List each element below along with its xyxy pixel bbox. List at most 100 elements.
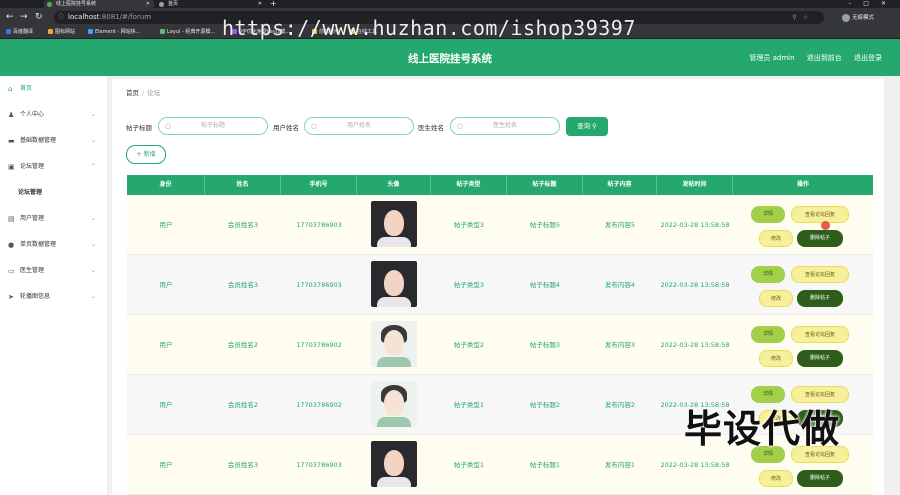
bookmark-item[interactable]: 前端常用: [312, 27, 339, 38]
sidebar-item-users[interactable]: ▤ 用户管理 ⌄: [0, 206, 108, 232]
post-title-input[interactable]: ○ 帖子标题: [158, 117, 268, 135]
avatar-image: [371, 261, 417, 307]
back-to-front-link[interactable]: 退出到前台: [807, 54, 842, 62]
sidebar-item-label: 论坛管理: [18, 189, 43, 196]
bookmark-item[interactable]: 图标网站: [48, 27, 75, 38]
cell-name: 会员姓名3: [227, 281, 259, 289]
cell-time: 2022-03-28 13:58:58: [660, 281, 730, 289]
sidebar-item-label: 医生管理: [20, 267, 45, 274]
cell-role: 用户: [159, 281, 173, 289]
edit-button[interactable]: 修改: [759, 230, 793, 247]
user-name-input[interactable]: ○ 用户姓名: [304, 117, 414, 135]
edit-button[interactable]: 修改: [759, 470, 793, 487]
url-field[interactable]: ⓘ localhost:8081/#/forum ⚲☆: [54, 11, 824, 24]
cell-role: 用户: [159, 341, 173, 349]
app-header: 线上医院挂号系统 管理员 admin 退出到前台 退出登录: [0, 39, 900, 76]
back-icon[interactable]: ←: [6, 12, 14, 22]
detail-button[interactable]: 详情: [751, 326, 785, 343]
search-icon: ⚲: [592, 122, 597, 130]
sidebar-item-forum[interactable]: ▣ 论坛管理 ⌃: [0, 154, 108, 180]
edit-button[interactable]: 修改: [759, 350, 793, 367]
column-header: 发帖时间: [657, 175, 733, 195]
sidebar-item-single-page[interactable]: ● 单页数据管理 ⌄: [0, 232, 108, 258]
browser-tab-second[interactable]: 首页 ✕: [156, 0, 266, 8]
column-header: 头像: [357, 175, 431, 195]
bookmark-item[interactable]: 百度翻译: [6, 27, 33, 38]
bookmark-item[interactable]: 在线工具: [350, 27, 377, 38]
detail-button-label: 详情: [762, 391, 773, 397]
bookmark-star-icon[interactable]: ⚲☆: [792, 11, 814, 24]
info-icon[interactable]: ⓘ: [58, 11, 64, 24]
sidebar-item-basic-data[interactable]: ▬ 基础数据管理 ⌄: [0, 128, 108, 154]
location-icon: ●: [8, 241, 15, 249]
cell-phone: 17703786902: [296, 401, 342, 409]
profile-button[interactable]: 无痕模式: [842, 13, 874, 22]
delete-post-button[interactable]: 删除帖子: [797, 350, 843, 367]
column-header: 姓名: [205, 175, 281, 195]
view-replies-button-label: 查看论坛回复: [804, 212, 835, 218]
view-replies-button[interactable]: 查看论坛回复: [791, 326, 849, 343]
bookmark-item[interactable]: VIP优化免费Layui模...: [232, 27, 290, 38]
cell-type: 帖子类型3: [453, 221, 485, 229]
breadcrumb-home[interactable]: 首页: [126, 89, 139, 97]
database-icon: ▬: [8, 137, 15, 145]
sidebar-item-label: 单页数据管理: [20, 241, 57, 248]
cell-role: 用户: [159, 221, 173, 229]
close-tab-icon[interactable]: ✕: [258, 0, 262, 8]
detail-button[interactable]: 详情: [751, 206, 785, 223]
delete-post-button[interactable]: 删除帖子: [797, 470, 843, 487]
cell-content: 发布内容3: [604, 341, 636, 349]
view-replies-button[interactable]: 查看论坛回复: [791, 266, 849, 283]
sidebar-item-profile[interactable]: ♟ 个人中心 ⌄: [0, 102, 108, 128]
avatar-image: [371, 441, 417, 487]
chevron-down-icon: ⌄: [90, 215, 96, 222]
detail-button-label: 详情: [762, 331, 773, 337]
sidebar-item-doctors[interactable]: ▭ 医生管理 ⌄: [0, 258, 108, 284]
sidebar-item-carousel[interactable]: ➤ 轮播图信息 ⌄: [0, 284, 108, 310]
bookmark-label: Layui - 经典开源模...: [167, 29, 216, 35]
post-title-label: 帖子标题: [126, 124, 152, 132]
browser-tab-active[interactable]: 线上医院挂号系统 ✕: [44, 0, 154, 8]
delete-post-button[interactable]: 删除帖子: [797, 230, 843, 247]
logout-link[interactable]: 退出登录: [854, 54, 882, 62]
search-button[interactable]: 查询 ⚲: [566, 117, 608, 136]
new-tab-icon[interactable]: +: [270, 0, 277, 8]
window-controls[interactable]: –□✕: [848, 0, 898, 7]
chevron-up-icon: ⌃: [90, 163, 96, 170]
cell-time: 2022-03-28 13:58:58: [660, 221, 730, 229]
doctor-icon: ▭: [8, 267, 15, 275]
bookmark-icon: [6, 29, 11, 34]
column-header: 身份: [127, 175, 205, 195]
stamp-watermark: 毕设代做: [684, 407, 841, 451]
user-name-label: 用户姓名: [273, 124, 299, 132]
close-tab-icon[interactable]: ✕: [146, 0, 150, 8]
cell-type: 帖子类型1: [453, 401, 485, 409]
tab-title: 线上医院挂号系统: [56, 1, 97, 7]
detail-button[interactable]: 详情: [751, 266, 785, 283]
reload-icon[interactable]: ↻: [35, 12, 43, 22]
edit-button-label: 修改: [770, 296, 781, 302]
detail-button-label: 详情: [762, 211, 773, 217]
user-name-placeholder: 用户姓名: [346, 122, 371, 129]
url-host: localhost: [68, 13, 100, 21]
url-path: :8081/#/forum: [99, 13, 152, 21]
sidebar-item-home[interactable]: ⌂ 首页: [0, 76, 108, 102]
table-row: 用户 会员姓名3 17703786903 帖子类型3 帖子标题5 发布内容5 2022-03…: [127, 195, 873, 255]
sidebar-item-label: 用户管理: [20, 215, 45, 222]
view-replies-button[interactable]: 查看论坛回复: [791, 206, 849, 223]
cell-name: 会员姓名3: [227, 461, 259, 469]
search-icon: ○: [165, 122, 171, 130]
delete-post-button[interactable]: 删除帖子: [797, 290, 843, 307]
bookmark-item[interactable]: Element - 网站快...: [88, 27, 140, 38]
edit-button[interactable]: 修改: [759, 290, 793, 307]
bookmark-label: 前端常用: [319, 29, 340, 35]
bookmark-item[interactable]: Layui - 经典开源模...: [160, 27, 215, 38]
bookmark-label: 图标网站: [55, 29, 76, 35]
forward-icon[interactable]: →: [20, 12, 28, 22]
folder-icon: [312, 29, 317, 34]
add-button[interactable]: + 新增: [126, 145, 166, 164]
page-scrollbar[interactable]: [888, 76, 900, 495]
browser-tab-bar: 线上医院挂号系统 ✕ 首页 ✕ + –□✕: [0, 0, 900, 8]
sidebar-subitem-forum[interactable]: 论坛管理: [0, 180, 108, 206]
doctor-name-input[interactable]: ○ 医生姓名: [450, 117, 560, 135]
